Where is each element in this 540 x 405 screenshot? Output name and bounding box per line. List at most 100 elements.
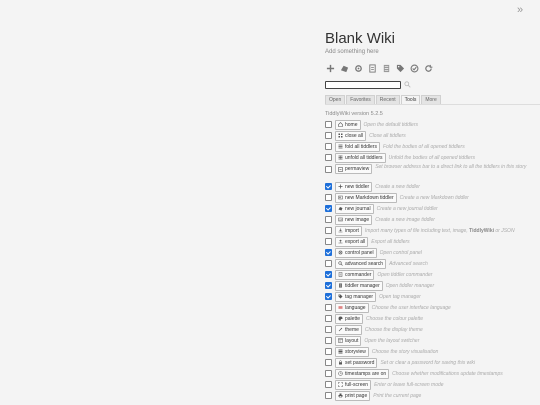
tool-description-text: Open tiddler manager <box>385 282 435 289</box>
commander-button[interactable] <box>367 64 377 74</box>
tool-row: close all Close all tiddlers <box>325 130 540 141</box>
tool-row: theme Choose the display theme <box>325 324 540 335</box>
tool-visibility-checkbox[interactable] <box>325 326 332 333</box>
tool-visibility-checkbox[interactable] <box>325 216 332 223</box>
tool-button-fold-all-tiddlers[interactable]: fold all tiddlers <box>335 141 380 152</box>
tool-visibility-checkbox[interactable] <box>325 293 332 300</box>
refresh-button[interactable] <box>423 64 433 74</box>
tool-button-timestamps-are-on[interactable]: timestamps are on <box>335 368 390 379</box>
tool-button-label: new tiddler <box>345 183 370 190</box>
tool-visibility-checkbox[interactable] <box>325 282 332 289</box>
new-journal-button[interactable] <box>339 64 349 74</box>
tool-visibility-checkbox[interactable] <box>325 348 332 355</box>
sidebar-tabs: Open Favorites Recent Tools More <box>325 95 540 105</box>
tool-button-layout[interactable]: layout <box>335 335 362 346</box>
tool-button-palette[interactable]: palette <box>335 313 364 324</box>
site-subtitle[interactable]: Add something here <box>325 49 379 55</box>
site-title[interactable]: Blank Wiki <box>325 30 395 47</box>
document-icon <box>338 272 343 277</box>
tool-button-label: new journal <box>345 205 371 212</box>
tab-favorites[interactable]: Favorites <box>346 95 375 104</box>
tool-visibility-checkbox[interactable] <box>325 315 332 322</box>
tool-button-permaview[interactable]: permaview <box>335 164 373 174</box>
journal-icon <box>338 206 343 211</box>
search-input[interactable] <box>325 80 401 89</box>
tool-button-close-all[interactable]: close all <box>335 130 367 141</box>
tool-visibility-checkbox[interactable] <box>325 359 332 366</box>
search-row <box>325 80 411 89</box>
tool-button-label: close all <box>345 132 364 139</box>
tag-icon <box>338 294 343 299</box>
tool-button-control-panel[interactable]: control panel <box>335 247 377 258</box>
tool-button-label: language <box>345 304 366 311</box>
tool-visibility-checkbox[interactable] <box>325 337 332 344</box>
tool-button-tag-manager[interactable]: tag manager <box>335 291 377 302</box>
tool-description: Print the current page <box>373 393 421 399</box>
tool-description: Choose the colour palette <box>366 316 423 322</box>
tool-button-language[interactable]: language <box>335 302 369 313</box>
tool-button-label: theme <box>345 326 359 333</box>
tool-description-text: Create a new journal tiddler <box>376 205 438 212</box>
tool-description: Fold the bodies of all opened tiddlers <box>383 144 465 150</box>
tool-button-commander[interactable]: commander <box>335 269 375 280</box>
tool-visibility-checkbox[interactable] <box>325 121 332 128</box>
tool-visibility-checkbox[interactable] <box>325 249 332 256</box>
tool-button-new-journal[interactable]: new journal <box>335 203 374 214</box>
tool-button-home[interactable]: home <box>335 119 361 130</box>
tab-recent[interactable]: Recent <box>375 95 400 104</box>
tool-visibility-checkbox[interactable] <box>325 238 332 245</box>
tiddler-manager-button[interactable] <box>381 64 391 74</box>
tool-button-new-tiddler[interactable]: new tiddler <box>335 181 373 192</box>
tool-button-theme[interactable]: theme <box>335 324 362 335</box>
tool-button-set-password[interactable]: set password <box>335 357 378 368</box>
tool-button-export-all[interactable]: export all <box>335 236 369 247</box>
tool-button-tiddler-manager[interactable]: tiddler manager <box>335 280 383 291</box>
tool-visibility-checkbox[interactable] <box>325 227 332 234</box>
new-tiddler-button[interactable] <box>325 64 335 74</box>
tool-visibility-checkbox[interactable] <box>325 183 332 190</box>
tool-visibility-checkbox[interactable] <box>325 381 332 388</box>
tool-visibility-checkbox[interactable] <box>325 132 332 139</box>
home-icon <box>338 122 343 127</box>
tool-description: Create a new tiddler <box>375 184 420 190</box>
tool-visibility-checkbox[interactable] <box>325 205 332 212</box>
plus-icon <box>326 64 334 73</box>
tool-row: new journal Create a new journal tiddler <box>325 203 540 214</box>
tool-button-storyview[interactable]: storyview <box>335 346 369 357</box>
tool-visibility-checkbox[interactable] <box>325 143 332 150</box>
search-icon <box>338 261 343 266</box>
tool-row: import Import many types of file includin… <box>325 225 540 236</box>
tool-description-tail: or JSON <box>495 227 515 234</box>
tab-open[interactable]: Open <box>325 95 346 104</box>
tool-visibility-checkbox[interactable] <box>325 154 332 161</box>
tool-description: Unfold the bodies of all opened tiddlers <box>389 155 475 161</box>
tab-more[interactable]: More <box>421 95 441 104</box>
tool-button-advanced-search[interactable]: advanced search <box>335 258 387 269</box>
control-panel-button[interactable] <box>353 64 363 74</box>
tool-button-import[interactable]: import <box>335 225 362 236</box>
grid-icon <box>338 133 343 138</box>
tool-visibility-checkbox[interactable] <box>325 260 332 267</box>
tool-button-print-page[interactable]: print page <box>335 390 371 401</box>
tool-row: new image Create a new image tiddler <box>325 214 540 225</box>
tool-row: language Choose the user interface langua… <box>325 302 540 313</box>
tool-button-new-image[interactable]: new image <box>335 214 373 225</box>
tool-button-full-screen[interactable]: full-screen <box>335 379 372 390</box>
tab-tools[interactable]: Tools <box>400 95 421 104</box>
tool-visibility-checkbox[interactable] <box>325 392 332 399</box>
tool-visibility-checkbox[interactable] <box>325 166 332 173</box>
tool-row: new tiddler Create a new tiddler <box>325 181 540 192</box>
tool-visibility-checkbox[interactable] <box>325 194 332 201</box>
tool-visibility-checkbox[interactable] <box>325 304 332 311</box>
tag-manager-button[interactable] <box>395 64 405 74</box>
tool-visibility-checkbox[interactable] <box>325 271 332 278</box>
tool-description-text: Open tag manager <box>379 293 421 300</box>
tool-button-label: layout <box>345 337 359 344</box>
check-button[interactable] <box>409 64 419 74</box>
tool-description-text: Open the layout switcher <box>364 337 420 344</box>
tool-button-unfold-all-tiddlers[interactable]: unfold all tiddlers <box>335 152 386 163</box>
tool-description-text: Open control panel <box>379 249 422 256</box>
tool-visibility-checkbox[interactable] <box>325 370 332 377</box>
search-icon[interactable] <box>404 81 411 88</box>
tool-button-new-markdown-tiddler[interactable]: new Markdown tiddler <box>335 192 397 203</box>
